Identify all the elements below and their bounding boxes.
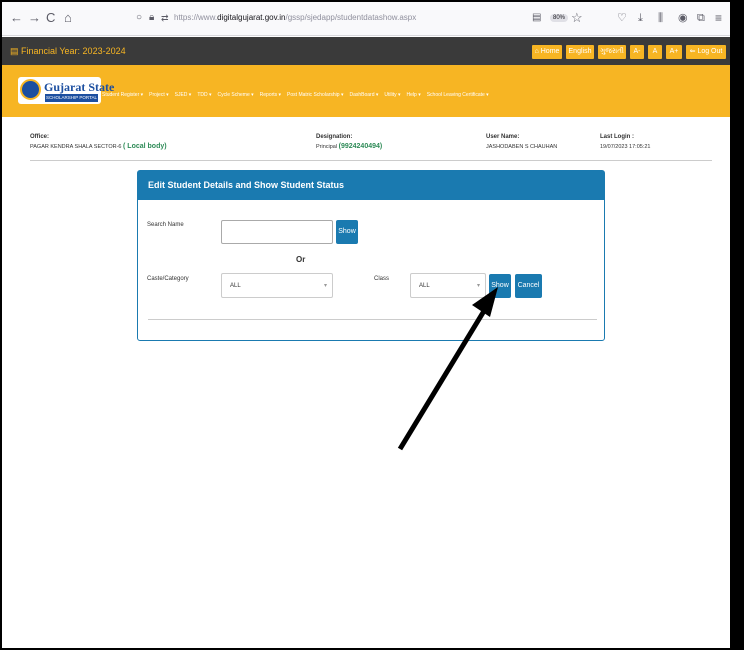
username-value: JASHODABEN S CHAUHAN xyxy=(486,144,558,150)
nav-school-leaving-certificate[interactable]: School Leaving Certificate ▾ xyxy=(427,90,489,100)
url-path: /gssp/sjedapp/studentdatashow.aspx xyxy=(285,13,417,22)
font-increase-button[interactable]: A+ xyxy=(666,45,682,59)
class-label: Class xyxy=(374,276,390,282)
logout-button-label: Log Out xyxy=(697,48,723,55)
home-button-label: Home xyxy=(540,48,560,55)
url-bar[interactable]: https://www.digitalgujarat.gov.in/gssp/s… xyxy=(174,13,416,22)
menu-icon[interactable]: ≡ xyxy=(715,11,722,25)
library-icon[interactable]: ⫼ xyxy=(658,11,663,25)
panel-title: Edit Student Details and Show Student St… xyxy=(138,171,604,200)
caste-category-value: ALL xyxy=(230,283,241,289)
financial-year-bar: ▤ Financial Year: 2023-2024 ⌂ Home Engli… xyxy=(2,37,730,65)
class-value: ALL xyxy=(419,283,430,289)
nav-sjed[interactable]: SJED ▾ xyxy=(175,90,192,100)
forward-icon[interactable]: → xyxy=(28,11,41,25)
caste-category-label: Caste/Category xyxy=(147,276,189,282)
portal-header: Gujarat State SCHOLARSHIP PORTAL Student… xyxy=(2,65,730,117)
extensions-icon[interactable]: ⧉ xyxy=(697,11,705,25)
cancel-button[interactable]: Cancel xyxy=(515,274,542,298)
last-login-label: Last Login : xyxy=(600,134,634,140)
permissions-icon: ⇄ xyxy=(161,13,169,23)
nav-project[interactable]: Project ▾ xyxy=(149,90,168,100)
designation-name: Principal xyxy=(316,144,338,150)
class-select[interactable]: ALL ▾ xyxy=(410,273,486,298)
reader-view-icon[interactable]: ▤ xyxy=(532,11,541,25)
nav-reports[interactable]: Reports ▾ xyxy=(260,90,281,100)
caste-category-select[interactable]: ALL ▾ xyxy=(221,273,333,298)
username-label: User Name: xyxy=(486,134,520,140)
account-icon[interactable]: ◉ xyxy=(678,11,688,25)
last-login-value: 19/07/2023 17:05:21 xyxy=(600,144,651,150)
show-by-class-button[interactable]: Show xyxy=(489,274,511,298)
english-button[interactable]: English xyxy=(566,45,594,59)
office-name: PAGAR KENDRA SHALA SECTOR-6 xyxy=(30,144,122,150)
gujarat-seal-icon xyxy=(20,79,41,100)
url-prefix: https://www. xyxy=(174,13,218,22)
back-icon[interactable]: ← xyxy=(10,11,23,25)
designation-phone: (9924240494) xyxy=(338,143,383,150)
nav-student-register[interactable]: Student Register ▾ xyxy=(102,90,143,100)
or-label: Or xyxy=(296,255,306,264)
portal-logo[interactable]: Gujarat State SCHOLARSHIP PORTAL xyxy=(18,77,114,104)
main-nav: Student Register ▾ Project ▾ SJED ▾ TDD … xyxy=(102,90,489,100)
office-value: PAGAR KENDRA SHALA SECTOR-6 ( Local body… xyxy=(30,143,167,150)
office-badge: ( Local body) xyxy=(123,143,167,150)
search-name-input[interactable] xyxy=(221,220,333,244)
nav-help[interactable]: Help ▾ xyxy=(407,90,421,100)
divider xyxy=(30,160,712,161)
shield-icon: ○ xyxy=(136,12,143,23)
chevron-down-icon: ▾ xyxy=(476,283,480,289)
zoom-badge[interactable]: 80% xyxy=(550,14,569,22)
home-icon[interactable]: ⌂ xyxy=(64,11,72,25)
lock-icon: 🔒︎ xyxy=(149,12,155,23)
nav-tdd[interactable]: TDD ▾ xyxy=(197,90,211,100)
office-label: Office: xyxy=(30,134,50,140)
download-icon[interactable]: ⤓ xyxy=(638,11,643,25)
gujarati-button[interactable]: ગુજરાતી xyxy=(598,45,626,59)
browser-toolbar: ← → C ⌂ ○ 🔒︎ ⇄ https://www.digitalgujara… xyxy=(2,2,730,36)
url-domain: digitalgujarat.gov.in xyxy=(217,13,286,22)
financial-year-text: Financial Year: 2023-2024 xyxy=(21,46,126,56)
chevron-down-icon: ▾ xyxy=(323,283,327,289)
nav-utility[interactable]: Utility ▾ xyxy=(384,90,400,100)
nav-dashboard[interactable]: DashBoard ▾ xyxy=(349,90,378,100)
font-reset-button[interactable]: A xyxy=(648,45,662,59)
logout-button[interactable]: ⇐ Log Out xyxy=(686,45,726,59)
panel-divider xyxy=(148,319,597,320)
edit-student-panel: Edit Student Details and Show Student St… xyxy=(137,170,605,341)
bookmark-star-icon[interactable]: ☆ xyxy=(571,11,583,25)
show-by-name-button[interactable]: Show xyxy=(336,220,358,244)
search-name-label: Search Name xyxy=(147,222,184,228)
designation-label: Designation: xyxy=(316,134,353,140)
nav-cycle-scheme[interactable]: Cycle Scheme ▾ xyxy=(218,90,254,100)
font-decrease-button[interactable]: A- xyxy=(630,45,644,59)
nav-post-matric[interactable]: Post Matric Scholarship ▾ xyxy=(287,90,343,100)
logo-subtitle: SCHOLARSHIP PORTAL xyxy=(45,94,98,102)
reload-icon[interactable]: C xyxy=(46,11,55,25)
financial-year-label: ▤ Financial Year: 2023-2024 xyxy=(10,46,126,56)
home-button[interactable]: ⌂ Home xyxy=(532,45,562,59)
designation-value: Principal (9924240494) xyxy=(316,143,382,150)
screenshot-frame: ← → C ⌂ ○ 🔒︎ ⇄ https://www.digitalgujara… xyxy=(0,0,744,650)
pocket-icon[interactable]: ♡ xyxy=(617,11,627,25)
